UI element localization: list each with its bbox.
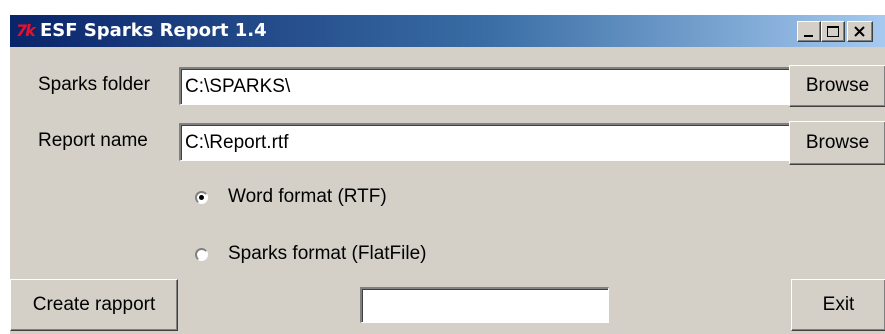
browse-sparks-folder-button[interactable]: Browse bbox=[789, 65, 885, 107]
sparks-folder-input[interactable] bbox=[179, 67, 790, 105]
word-format-radio[interactable] bbox=[195, 190, 208, 204]
maximize-icon bbox=[827, 26, 839, 37]
exit-button[interactable]: Exit bbox=[791, 279, 885, 331]
browse-report-name-button[interactable]: Browse bbox=[789, 121, 885, 165]
word-format-option[interactable]: Word format (RTF) bbox=[195, 183, 387, 211]
report-name-label: Report name bbox=[38, 130, 148, 151]
sparks-format-label[interactable]: Sparks format (FlatFile) bbox=[228, 243, 426, 265]
title-bar[interactable]: 7k ESF Sparks Report 1.4 bbox=[10, 15, 885, 47]
sparks-format-option[interactable]: Sparks format (FlatFile) bbox=[195, 240, 426, 268]
radio-selected-dot bbox=[199, 194, 204, 200]
report-name-input[interactable] bbox=[179, 123, 790, 161]
word-format-label[interactable]: Word format (RTF) bbox=[228, 186, 387, 208]
create-rapport-button[interactable]: Create rapport bbox=[10, 279, 178, 331]
status-field[interactable] bbox=[360, 287, 609, 323]
app-icon[interactable]: 7k bbox=[16, 22, 38, 40]
sparks-folder-label: Sparks folder bbox=[38, 74, 150, 95]
minimize-icon bbox=[804, 35, 813, 37]
maximize-button[interactable] bbox=[821, 21, 845, 42]
close-button[interactable] bbox=[847, 21, 873, 42]
close-icon bbox=[854, 26, 865, 37]
app-window: 7k ESF Sparks Report 1.4 Sparks folder B… bbox=[9, 14, 885, 334]
window-title: ESF Sparks Report 1.4 bbox=[40, 20, 267, 41]
minimize-button[interactable] bbox=[797, 21, 821, 42]
sparks-format-radio[interactable] bbox=[195, 247, 208, 261]
